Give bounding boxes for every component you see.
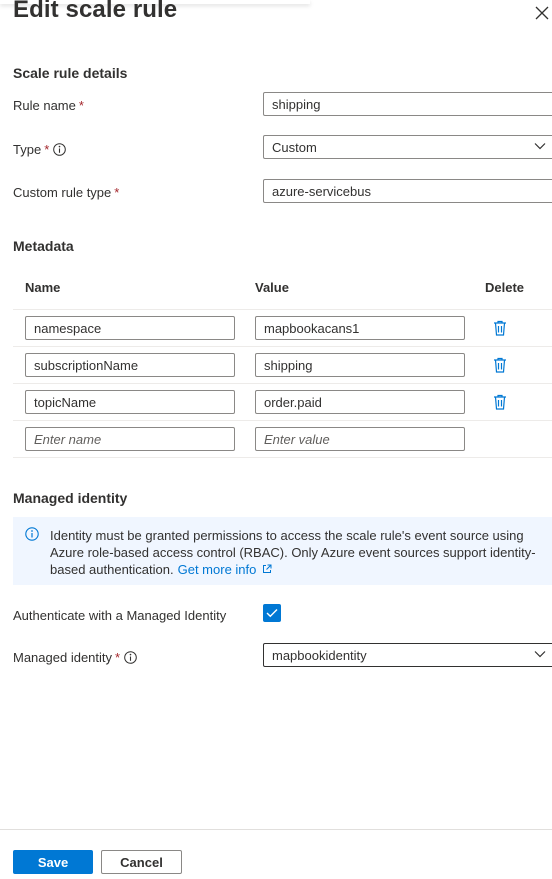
delete-icon[interactable] — [492, 393, 508, 411]
managed-identity-dropdown[interactable]: mapbookidentity — [263, 643, 552, 667]
cancel-button[interactable]: Cancel — [101, 850, 182, 874]
get-more-info-link[interactable]: Get more info — [178, 562, 257, 577]
new-metadata-name-input[interactable]: Enter name — [25, 427, 235, 451]
metadata-value-input[interactable]: order.paid — [255, 390, 465, 414]
managed-identity-label: Managed identity * — [13, 650, 137, 665]
row-divider — [13, 457, 552, 458]
custom-rule-type-label: Custom rule type * — [13, 185, 120, 200]
custom-rule-type-input[interactable]: azure-servicebus — [263, 179, 552, 203]
info-icon — [25, 527, 39, 541]
column-header-name: Name — [25, 280, 61, 295]
metadata-value-input[interactable]: shipping — [255, 353, 465, 377]
row-divider — [13, 346, 552, 347]
column-header-value: Value — [255, 280, 289, 295]
info-icon[interactable] — [124, 651, 137, 664]
section-scale-rule-details: Scale rule details — [13, 65, 128, 81]
section-managed-identity: Managed identity — [13, 490, 128, 506]
rule-name-input[interactable]: shipping — [263, 92, 552, 116]
save-button[interactable]: Save — [13, 850, 93, 874]
new-metadata-value-input[interactable]: Enter value — [255, 427, 465, 451]
delete-icon[interactable] — [492, 356, 508, 374]
metadata-name-input[interactable]: subscriptionName — [25, 353, 235, 377]
metadata-name-input[interactable]: namespace — [25, 316, 235, 340]
chevron-down-icon — [534, 651, 546, 658]
type-dropdown[interactable]: Custom — [263, 135, 552, 159]
rule-name-label: Rule name * — [13, 98, 84, 113]
footer-divider — [0, 829, 552, 830]
panel-title: Edit scale rule — [13, 0, 178, 23]
delete-icon[interactable] — [492, 319, 508, 337]
metadata-value-input[interactable]: mapbookacans1 — [255, 316, 465, 340]
info-icon[interactable] — [53, 143, 67, 156]
external-link-icon[interactable] — [262, 564, 272, 574]
metadata-name-input[interactable]: topicName — [25, 390, 235, 414]
info-message-bar: Identity must be granted permissions to … — [13, 517, 552, 585]
authenticate-label: Authenticate with a Managed Identity — [13, 608, 227, 623]
row-divider — [13, 420, 552, 421]
type-label: Type * — [13, 142, 67, 157]
info-text: Identity must be granted permissions to … — [50, 528, 536, 577]
authenticate-checkbox[interactable] — [263, 604, 281, 622]
column-header-delete: Delete — [485, 280, 525, 295]
chevron-down-icon — [534, 143, 546, 150]
info-message: Identity must be granted permissions to … — [50, 527, 550, 578]
close-icon[interactable] — [533, 4, 551, 22]
row-divider — [13, 309, 552, 310]
checkmark-icon — [266, 609, 278, 618]
section-metadata: Metadata — [13, 238, 74, 254]
row-divider — [13, 383, 552, 384]
